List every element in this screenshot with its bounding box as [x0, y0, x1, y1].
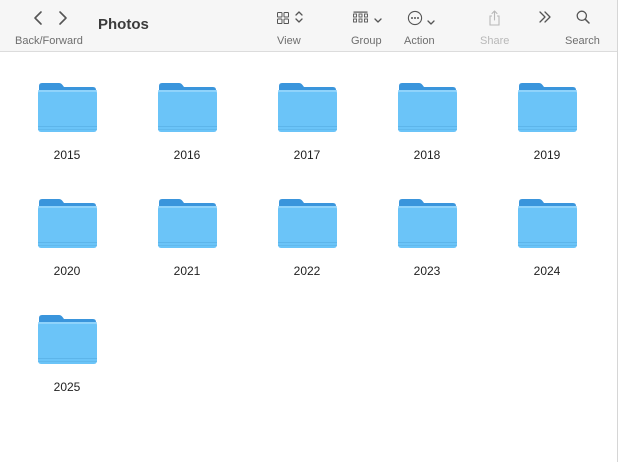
folder-icon [517, 82, 578, 134]
folder-item[interactable]: 2018 [360, 52, 480, 168]
folder-item[interactable]: 2025 [0, 284, 120, 400]
folder-icon [517, 198, 578, 250]
folder-item[interactable]: 2022 [240, 168, 360, 284]
folder-item[interactable]: 2015 [0, 52, 120, 168]
chevron-down-icon [374, 12, 382, 23]
folder-label: 2023 [413, 264, 441, 278]
folder-icon [37, 82, 98, 134]
folder-icon [397, 82, 458, 134]
finder-window: Back/Forward Photos View Group Action Sh… [0, 0, 618, 462]
folder-item[interactable]: 2021 [120, 168, 240, 284]
folder-label: 2019 [533, 148, 561, 162]
folder-label: 2020 [53, 264, 81, 278]
view-label: View [277, 35, 301, 47]
folder-item[interactable]: 2017 [240, 52, 360, 168]
group-button[interactable]: Group [346, 0, 390, 52]
share-icon [488, 10, 501, 26]
folder-label: 2017 [293, 148, 321, 162]
share-label: Share [480, 35, 510, 47]
folder-label: 2015 [53, 148, 81, 162]
folder-icon [277, 82, 338, 134]
view-button[interactable]: View [270, 0, 310, 52]
folder-item[interactable]: 2016 [120, 52, 240, 168]
search-label: Search [565, 35, 600, 47]
folder-label: 2022 [293, 264, 321, 278]
back-forward-label: Back/Forward [15, 35, 83, 47]
ellipsis-circle-icon [407, 10, 423, 26]
folder-item[interactable]: 2019 [480, 52, 600, 168]
folder-icon [157, 198, 218, 250]
search-button[interactable]: Search [562, 0, 604, 52]
chevron-down-icon [427, 14, 435, 25]
folder-label: 2016 [173, 148, 201, 162]
back-forward-control: Back/Forward [6, 0, 96, 52]
share-button[interactable]: Share [478, 0, 512, 52]
magnifier-icon [576, 10, 590, 24]
chevron-left-icon[interactable] [32, 10, 46, 26]
folder-item[interactable]: 2023 [360, 168, 480, 284]
up-down-chevron-icon [295, 10, 303, 24]
folder-grid: 2015 2016 2017 2018 2019 2020 2021 2022 [0, 52, 617, 462]
folder-label: 2024 [533, 264, 561, 278]
folder-item[interactable]: 2024 [480, 168, 600, 284]
folder-label: 2025 [53, 380, 81, 394]
icon-grid-icon [277, 11, 289, 24]
window-title: Photos [98, 16, 149, 33]
folder-icon [157, 82, 218, 134]
group-grid-icon [353, 10, 368, 23]
action-button[interactable]: Action [400, 0, 442, 52]
double-chevron-right-icon [538, 10, 552, 24]
toolbar: Back/Forward Photos View Group Action Sh… [0, 0, 617, 52]
action-label: Action [404, 35, 435, 47]
folder-icon [37, 198, 98, 250]
more-toolbar-items-button[interactable] [534, 0, 556, 52]
folder-icon [277, 198, 338, 250]
folder-icon [397, 198, 458, 250]
folder-label: 2018 [413, 148, 441, 162]
folder-item[interactable]: 2020 [0, 168, 120, 284]
group-label: Group [351, 35, 382, 47]
chevron-right-icon[interactable] [56, 10, 70, 26]
folder-icon [37, 314, 98, 366]
folder-label: 2021 [173, 264, 201, 278]
